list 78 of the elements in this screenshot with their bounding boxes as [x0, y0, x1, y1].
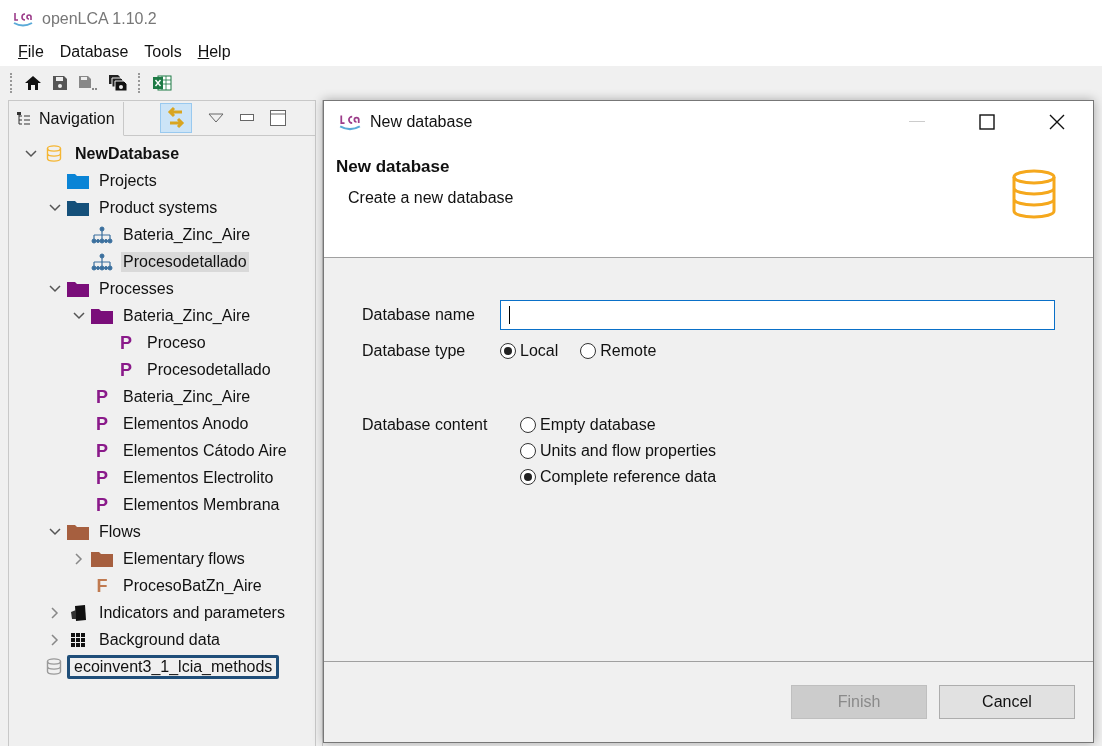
chevron-right-icon[interactable] [75, 552, 83, 565]
tree-view-icon [17, 111, 31, 126]
tree-item[interactable]: Bateria_Zinc_Aire [121, 305, 253, 326]
tree-item[interactable]: NewDatabase [73, 143, 182, 164]
field-label: Database type [362, 342, 467, 360]
tree-item[interactable]: Bateria_Zinc_Aire [121, 386, 253, 407]
spreadsheet-icon[interactable] [152, 74, 172, 92]
radio-label[interactable]: Empty database [540, 416, 656, 434]
radio-label[interactable]: Complete reference data [540, 468, 717, 486]
tree-item[interactable]: ecoinvent3_1_lcia_methods [67, 654, 280, 679]
flow-icon: F [96, 576, 108, 595]
chevron-right-icon[interactable] [51, 606, 59, 619]
menu-item[interactable]: Help [197, 43, 231, 61]
view-menu-icon[interactable] [207, 113, 224, 123]
dialog-title: New database [370, 113, 473, 131]
maximize-icon[interactable] [269, 110, 286, 126]
tree-item[interactable]: Projects [97, 170, 159, 191]
dialog-heading: New database [336, 157, 451, 177]
menu-item[interactable]: File [18, 43, 44, 61]
chevron-down-icon[interactable] [49, 284, 61, 293]
radio-button[interactable] [580, 343, 597, 359]
tree-item[interactable]: Elementos Cátodo Aire [121, 440, 289, 461]
process-icon: P [96, 495, 108, 514]
navigation-tab[interactable]: Navigation [9, 102, 124, 136]
dialog-button[interactable]: Cancel [939, 685, 1075, 719]
maximize-icon[interactable] [979, 114, 995, 130]
field-label: Database content [362, 416, 489, 434]
tree-item[interactable]: Background data [97, 629, 222, 650]
process-icon: P [96, 414, 108, 433]
tree-item[interactable]: Proceso [145, 332, 208, 353]
tree-item[interactable]: Processes [97, 278, 176, 299]
process-icon: P [120, 333, 132, 352]
tree-item[interactable]: Elementos Anodo [121, 413, 251, 434]
process-icon: P [96, 441, 108, 460]
minimize-icon[interactable] [239, 114, 254, 122]
tree-item[interactable]: Procesodetallado [121, 251, 249, 272]
tree-item[interactable]: Product systems [97, 197, 220, 218]
radio-label[interactable]: Local [520, 342, 559, 360]
hierarchy-icon [91, 252, 113, 271]
radio-label[interactable]: Remote [600, 342, 657, 360]
menu-item[interactable]: Database [59, 43, 129, 61]
tree-item[interactable]: Indicators and parameters [97, 602, 287, 623]
tree-item[interactable]: Elementos Electrolito [121, 467, 276, 488]
chevron-down-icon[interactable] [49, 203, 61, 212]
radio-label[interactable]: Units and flow properties [540, 442, 717, 460]
tree-item[interactable]: Procesodetallado [145, 359, 273, 380]
tree-item[interactable]: Bateria_Zinc_Aire [121, 224, 253, 245]
home-icon[interactable] [24, 75, 42, 91]
dialog-description: Create a new database [347, 189, 514, 207]
radio-button[interactable] [520, 417, 536, 433]
process-icon: P [96, 468, 108, 487]
tree-item[interactable]: ProcesoBatZn_Aire [121, 575, 264, 596]
field-label: Database name [362, 306, 476, 324]
database-icon [1011, 169, 1057, 219]
tree-item[interactable]: Flows [97, 521, 143, 542]
chevron-right-icon[interactable] [51, 633, 59, 646]
save-icon[interactable] [52, 75, 68, 91]
menu-item[interactable]: Tools [144, 43, 182, 61]
process-icon: P [96, 387, 108, 406]
tree-item[interactable]: Elementary flows [121, 548, 247, 569]
radio-button[interactable] [500, 343, 516, 359]
chevron-down-icon[interactable] [25, 149, 37, 158]
cards-icon [68, 603, 88, 622]
hierarchy-icon [91, 225, 113, 244]
chevron-down-icon[interactable] [49, 527, 61, 536]
database-name-field[interactable] [500, 300, 1055, 330]
radio-button[interactable] [520, 469, 536, 485]
chevron-down-icon[interactable] [73, 311, 85, 320]
logo-icon [12, 11, 34, 27]
save-as-icon[interactable] [78, 75, 98, 91]
grid-icon [70, 631, 86, 648]
save-all-icon[interactable] [108, 74, 128, 92]
window-title: openLCA 1.10.2 [42, 10, 157, 28]
process-icon: P [120, 360, 132, 379]
close-icon[interactable] [1049, 114, 1065, 130]
logo-icon [338, 113, 362, 131]
radio-button[interactable] [520, 443, 536, 459]
tree-item[interactable]: Elementos Membrana [121, 494, 282, 515]
